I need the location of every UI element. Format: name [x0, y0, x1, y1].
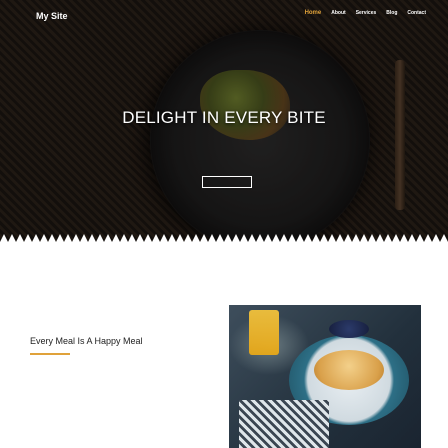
main-nav: Home About Services Blog Contact: [305, 10, 426, 16]
hero-title: DELIGHT IN EVERY BITE: [122, 108, 326, 127]
nav-item-services[interactable]: Services: [356, 10, 377, 16]
nav-item-blog[interactable]: Blog: [386, 10, 397, 16]
hero-cta-button[interactable]: [202, 176, 252, 188]
nav-item-home[interactable]: Home: [305, 10, 322, 16]
zigzag-divider: [0, 234, 448, 250]
nav-item-about[interactable]: About: [331, 10, 345, 16]
napkin-image: [239, 400, 329, 448]
title-underline: [30, 353, 70, 355]
berries-image: [329, 320, 369, 338]
pancake-photo: [229, 305, 421, 448]
section-title: Every Meal Is A Happy Meal: [30, 336, 143, 346]
juice-glass-image: [249, 310, 279, 355]
hero-section: My Site Home About Services Blog Contact…: [0, 0, 448, 250]
pancake-image: [314, 350, 384, 390]
site-title[interactable]: My Site: [36, 11, 68, 21]
about-section: Every Meal Is A Happy Meal: [0, 250, 448, 448]
nav-item-contact[interactable]: Contact: [407, 10, 426, 16]
